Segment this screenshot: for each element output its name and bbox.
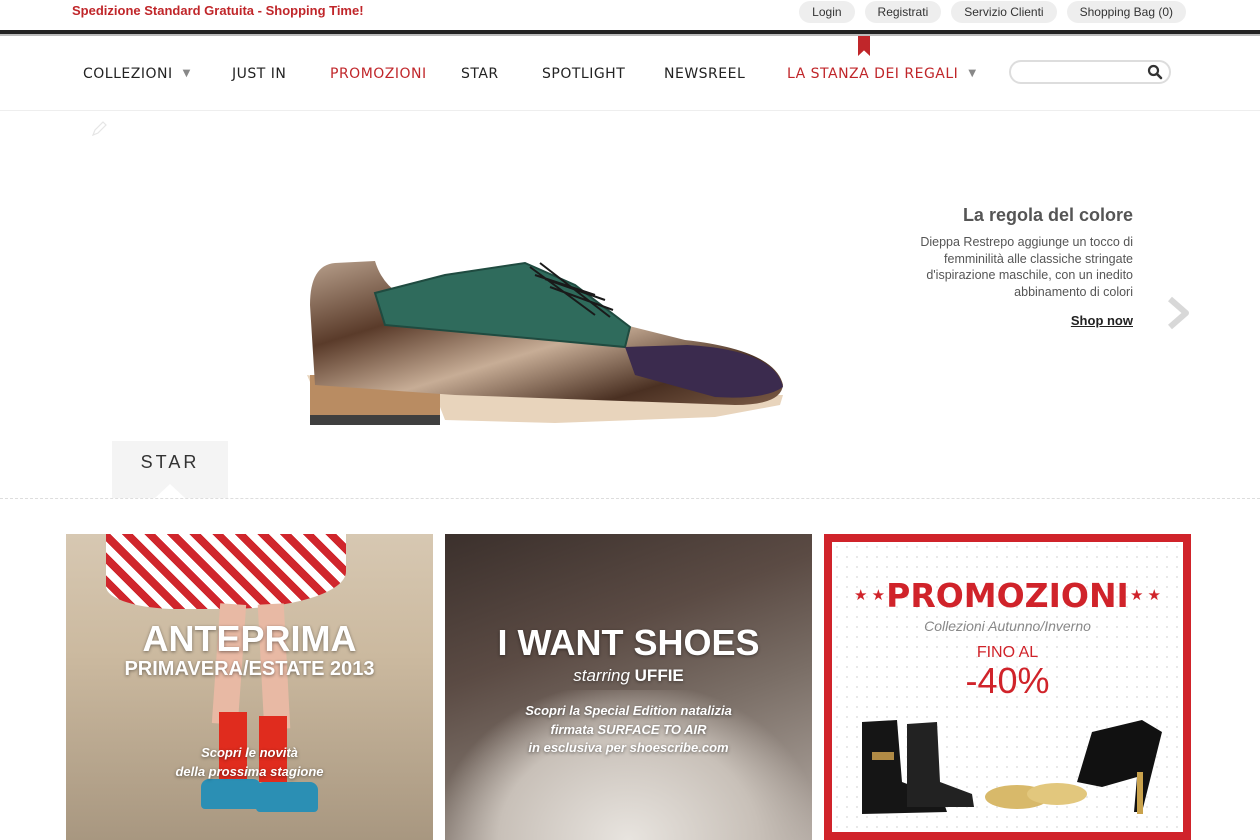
hero-title: La regola del colore (962, 205, 1133, 225)
shipping-promo-message: Spedizione Standard Gratuita - Shopping … (72, 3, 364, 18)
hero-divider (0, 498, 1260, 500)
tile-text: Scopri le novità (201, 745, 298, 760)
pencil-icon (91, 121, 107, 137)
chevron-down-icon: ▼ (182, 68, 191, 79)
preview-spring-summer-tile[interactable]: ANTEPRIMA PRIMAVERA/ESTATE 2013 Scopri l… (66, 534, 433, 840)
nav-item-stanza-dei-regali[interactable]: LA STANZA DEI REGALI ▼ (787, 66, 977, 82)
login-link[interactable]: Login (799, 1, 855, 23)
hero-description: Dieppa Restrepo aggiunge un tocco di fem… (920, 235, 1133, 299)
nav-item-label: COLLEZIONI (83, 66, 173, 82)
checked-dress-image (106, 534, 346, 609)
nav-item-promozioni[interactable]: PROMOZIONI (330, 66, 427, 82)
search-box (1009, 60, 1171, 84)
nav-item-label: NEWSREEL (664, 66, 746, 82)
tile-text: in esclusiva per shoescribe.com (528, 740, 729, 755)
blue-clog-image (256, 782, 318, 812)
nav-item-spotlight[interactable]: SPOTLIGHT (542, 66, 625, 82)
customer-service-link[interactable]: Servizio Clienti (951, 1, 1057, 23)
nav-item-newsreel[interactable]: NEWSREEL (664, 66, 745, 82)
top-links: Login Registrati Servizio Clienti Shoppi… (799, 1, 1186, 23)
nav-item-just-in[interactable]: JUST IN (232, 66, 286, 82)
discount-value: -40% (965, 660, 1050, 701)
tab-pointer (155, 484, 185, 498)
star-category-tab[interactable]: STAR (112, 441, 228, 498)
tile-title: ANTEPRIMA (142, 618, 357, 659)
nav-item-label: SPOTLIGHT (542, 66, 626, 82)
tile-title: PROMOZIONI (886, 576, 1129, 615)
nav-item-label: JUST IN (232, 66, 287, 82)
search-input[interactable] (1021, 63, 1145, 83)
chevron-right-icon[interactable] (1166, 296, 1192, 330)
top-bar: Spedizione Standard Gratuita - Shopping … (0, 0, 1260, 30)
starring-name: UFFIE (634, 666, 684, 685)
star-tab-label: STAR (140, 452, 200, 472)
tile-text: della prossima stagione (175, 764, 324, 779)
chevron-down-icon: ▼ (968, 68, 977, 79)
nav-item-star[interactable]: STAR (461, 66, 499, 82)
search-icon[interactable] (1147, 64, 1163, 80)
shopping-bag-link[interactable]: Shopping Bag (0) (1066, 1, 1186, 23)
i-want-shoes-tile[interactable]: I WANT SHOES starring UFFIE Scopri la Sp… (445, 534, 812, 840)
tile-starring: starring UFFIE (445, 666, 812, 686)
tile-subtitle: Collezioni Autunno/Inverno (924, 618, 1091, 634)
featured-shoe-image[interactable] (295, 255, 795, 440)
nav-item-label: PROMOZIONI (330, 66, 427, 82)
tile-subtitle: PRIMAVERA/ESTATE 2013 (124, 658, 375, 680)
blue-clog-image (201, 779, 261, 809)
starring-label: starring (573, 666, 630, 685)
tile-title: I WANT SHOES (497, 622, 760, 663)
nav-item-label: STAR (461, 66, 499, 82)
nav-item-label: LA STANZA DEI REGALI (787, 66, 959, 82)
nav-item-collezioni[interactable]: COLLEZIONI ▼ (83, 66, 191, 82)
shop-now-link[interactable]: Shop now (1071, 313, 1133, 328)
tile-text: Scopri la Special Edition natalizia (525, 703, 732, 718)
register-link[interactable]: Registrati (864, 1, 942, 23)
boots-product-image (862, 720, 1162, 814)
tile-text: firmata SURFACE TO AIR (550, 722, 707, 737)
promotions-tile[interactable]: ★ ★ ★ ★ PROMOZIONI Collezioni Autunno/In… (824, 534, 1191, 840)
